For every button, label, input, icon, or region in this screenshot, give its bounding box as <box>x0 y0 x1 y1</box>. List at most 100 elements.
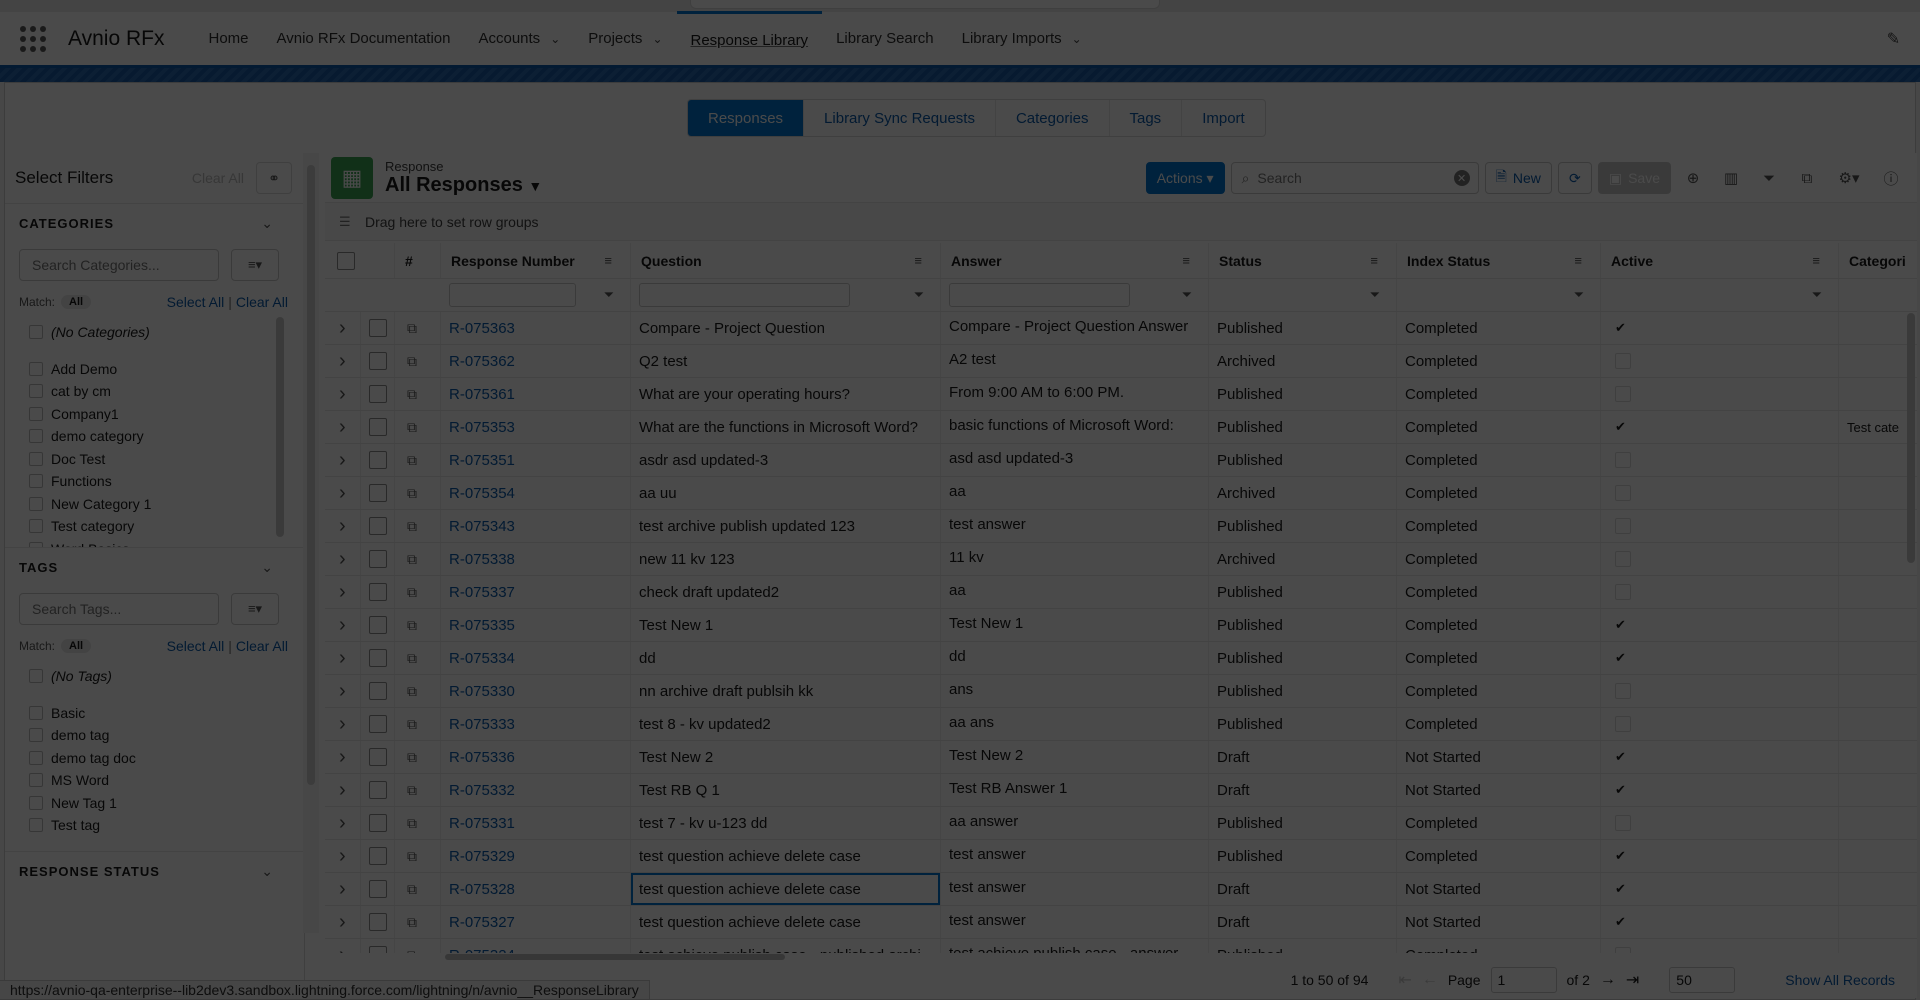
expand-row-icon[interactable]: › <box>339 548 346 571</box>
table-row[interactable]: › ⧉ R-075354 aa uu aa Archived Completed <box>325 477 1917 510</box>
open-record-icon[interactable]: ⧉ <box>407 914 417 931</box>
column-header-num[interactable]: Response Number ≡ <box>441 243 631 278</box>
filter-checkbox[interactable] <box>29 429 43 444</box>
filter-icon[interactable]: ⏷ <box>1182 287 1192 303</box>
select-all-cell[interactable] <box>325 243 395 278</box>
column-header-status[interactable]: Status ≡ <box>1209 243 1397 278</box>
row-checkbox[interactable] <box>369 418 387 436</box>
link-icon[interactable]: ⚭ <box>256 162 292 194</box>
search-categories-input[interactable]: Search Categories... <box>19 249 219 281</box>
new-button[interactable]: 🗎 New <box>1484 162 1552 194</box>
table-row[interactable]: › ⧉ R-075332 Test RB Q 1 Test RB Answer 1 Dra… <box>325 774 1917 807</box>
filter-option[interactable]: Doc Test <box>29 448 290 471</box>
chevron-down-icon[interactable]: ⌄ <box>1072 32 1082 46</box>
open-record-icon[interactable]: ⧉ <box>407 749 417 766</box>
filter-option[interactable]: demo category <box>29 425 290 448</box>
expand-row-icon[interactable]: › <box>339 878 346 901</box>
clear-all-tags-link[interactable]: Clear All <box>236 638 288 654</box>
clear-search-icon[interactable]: ✕ <box>1453 170 1470 186</box>
column-menu-icon[interactable]: ≡ <box>1574 253 1582 268</box>
column-menu-icon[interactable]: ≡ <box>914 253 922 268</box>
expand-row-icon[interactable]: › <box>339 845 346 868</box>
response-number-link[interactable]: R-075361 <box>449 386 515 403</box>
filter-checkbox[interactable] <box>29 325 43 340</box>
clear-all-categories-link[interactable]: Clear All <box>236 294 288 310</box>
row-checkbox[interactable] <box>369 847 387 865</box>
response-number-link[interactable]: R-075328 <box>449 881 515 898</box>
chevron-down-icon[interactable]: ⌄ <box>550 32 560 46</box>
column-menu-icon[interactable]: ≡ <box>1812 253 1820 268</box>
table-row[interactable]: › ⧉ R-075351 asdr asd updated-3 asd asd upda… <box>325 444 1917 477</box>
filter-icon[interactable]: ⏷ <box>1753 162 1785 194</box>
row-checkbox[interactable] <box>369 352 387 370</box>
filter-option[interactable]: demo tag doc <box>29 747 290 770</box>
filter-option[interactable]: Add Demo <box>29 358 290 381</box>
tab-library-sync-requests[interactable]: Library Sync Requests <box>804 100 996 136</box>
response-number-link[interactable]: R-075327 <box>449 914 515 931</box>
filter-icon[interactable]: ⏷ <box>1370 287 1380 303</box>
row-checkbox[interactable] <box>369 385 387 403</box>
filter-option[interactable]: Basic <box>29 702 290 725</box>
table-row[interactable]: › ⧉ R-075335 Test New 1 Test New 1 Published C… <box>325 609 1917 642</box>
response-number-link[interactable]: R-075353 <box>449 419 515 436</box>
filter-option[interactable]: cat by cm <box>29 380 290 403</box>
page-size-input[interactable]: 50 <box>1669 966 1736 993</box>
filter-checkbox[interactable] <box>29 669 43 684</box>
table-row[interactable]: › ⧉ R-075333 test 8 - kv updated2 aa ans Publ… <box>325 708 1917 741</box>
app-launcher-icon[interactable] <box>18 24 48 54</box>
column-menu-icon[interactable]: ≡ <box>1182 253 1190 268</box>
tab-tags[interactable]: Tags <box>1110 100 1183 136</box>
row-checkbox[interactable] <box>369 451 387 469</box>
tab-categories[interactable]: Categories <box>996 100 1110 136</box>
open-record-icon[interactable]: ⧉ <box>407 584 417 601</box>
response-number-link[interactable]: R-075351 <box>449 452 515 469</box>
table-row[interactable]: › ⧉ R-075336 Test New 2 Test New 2 Draft Not S… <box>325 741 1917 774</box>
save-button[interactable]: ▣ Save <box>1597 162 1671 194</box>
list-view-selector[interactable]: All Responses ▼ <box>385 174 542 197</box>
table-row[interactable]: › ⧉ R-075324 test achieve publish case - pu… <box>325 939 1917 953</box>
column-header-question[interactable]: Question ≡ <box>631 243 941 278</box>
column-filter-input[interactable] <box>949 283 1131 307</box>
open-record-icon[interactable]: ⧉ <box>407 485 417 502</box>
row-group-drop-zone[interactable]: ☰ Drag here to set row groups <box>325 203 1917 241</box>
table-row[interactable]: › ⧉ R-075353 What are the functions in Micr… <box>325 411 1917 444</box>
expand-row-icon[interactable]: › <box>339 317 346 340</box>
previous-page-icon[interactable]: ← <box>1422 971 1438 989</box>
select-all-categories-link[interactable]: Select All <box>167 294 225 310</box>
response-number-link[interactable]: R-075337 <box>449 584 515 601</box>
response-number-link[interactable]: R-075363 <box>449 320 515 337</box>
nav-item-library-search[interactable]: Library Search <box>822 11 948 67</box>
column-header-category[interactable]: Categori <box>1839 243 1917 278</box>
table-row[interactable]: › ⧉ R-075363 Compare - Project Question Comp… <box>325 312 1917 345</box>
filter-option[interactable]: (No Tags) <box>29 665 290 688</box>
expand-row-icon[interactable]: › <box>339 746 346 769</box>
open-record-icon[interactable]: ⧉ <box>407 947 417 954</box>
row-checkbox[interactable] <box>369 781 387 799</box>
row-checkbox[interactable] <box>369 517 387 535</box>
filter-option[interactable]: Test tag <box>29 814 290 837</box>
horizontal-scrollbar[interactable] <box>445 954 785 960</box>
filter-checkbox[interactable] <box>29 474 43 489</box>
filter-checkbox[interactable] <box>29 795 43 810</box>
expand-row-icon[interactable]: › <box>339 713 346 736</box>
nav-item-response-library[interactable]: Response Library <box>676 10 823 67</box>
table-row[interactable]: › ⧉ R-075331 test 7 - kv u-123 dd aa answer P… <box>325 807 1917 840</box>
response-status-section-header[interactable]: RESPONSE STATUS ⌄ <box>5 851 304 891</box>
table-row[interactable]: › ⧉ R-075330 nn archive draft publsih kk ans… <box>325 675 1917 708</box>
row-checkbox[interactable] <box>369 682 387 700</box>
filter-option[interactable]: Company1 <box>29 403 290 426</box>
expand-row-icon[interactable]: › <box>339 779 346 802</box>
filter-icon[interactable]: ⏷ <box>1812 287 1822 303</box>
columns-icon[interactable]: ▥ <box>1715 162 1747 194</box>
globe-icon[interactable]: ⊕ <box>1677 162 1709 194</box>
sort-options-icon[interactable]: ≡▾ <box>231 249 279 281</box>
last-page-icon[interactable]: ⇥ <box>1626 970 1639 990</box>
filter-checkbox[interactable] <box>29 496 43 511</box>
search-tags-input[interactable]: Search Tags... <box>19 593 219 625</box>
match-value-pill[interactable]: All <box>61 295 92 309</box>
categories-section-header[interactable]: CATEGORIES ⌄ <box>5 203 304 243</box>
response-number-link[interactable]: R-075354 <box>449 485 515 502</box>
response-number-link[interactable]: R-075335 <box>449 617 515 634</box>
vertical-scrollbar[interactable] <box>1907 313 1915 563</box>
response-number-link[interactable]: R-075333 <box>449 716 515 733</box>
